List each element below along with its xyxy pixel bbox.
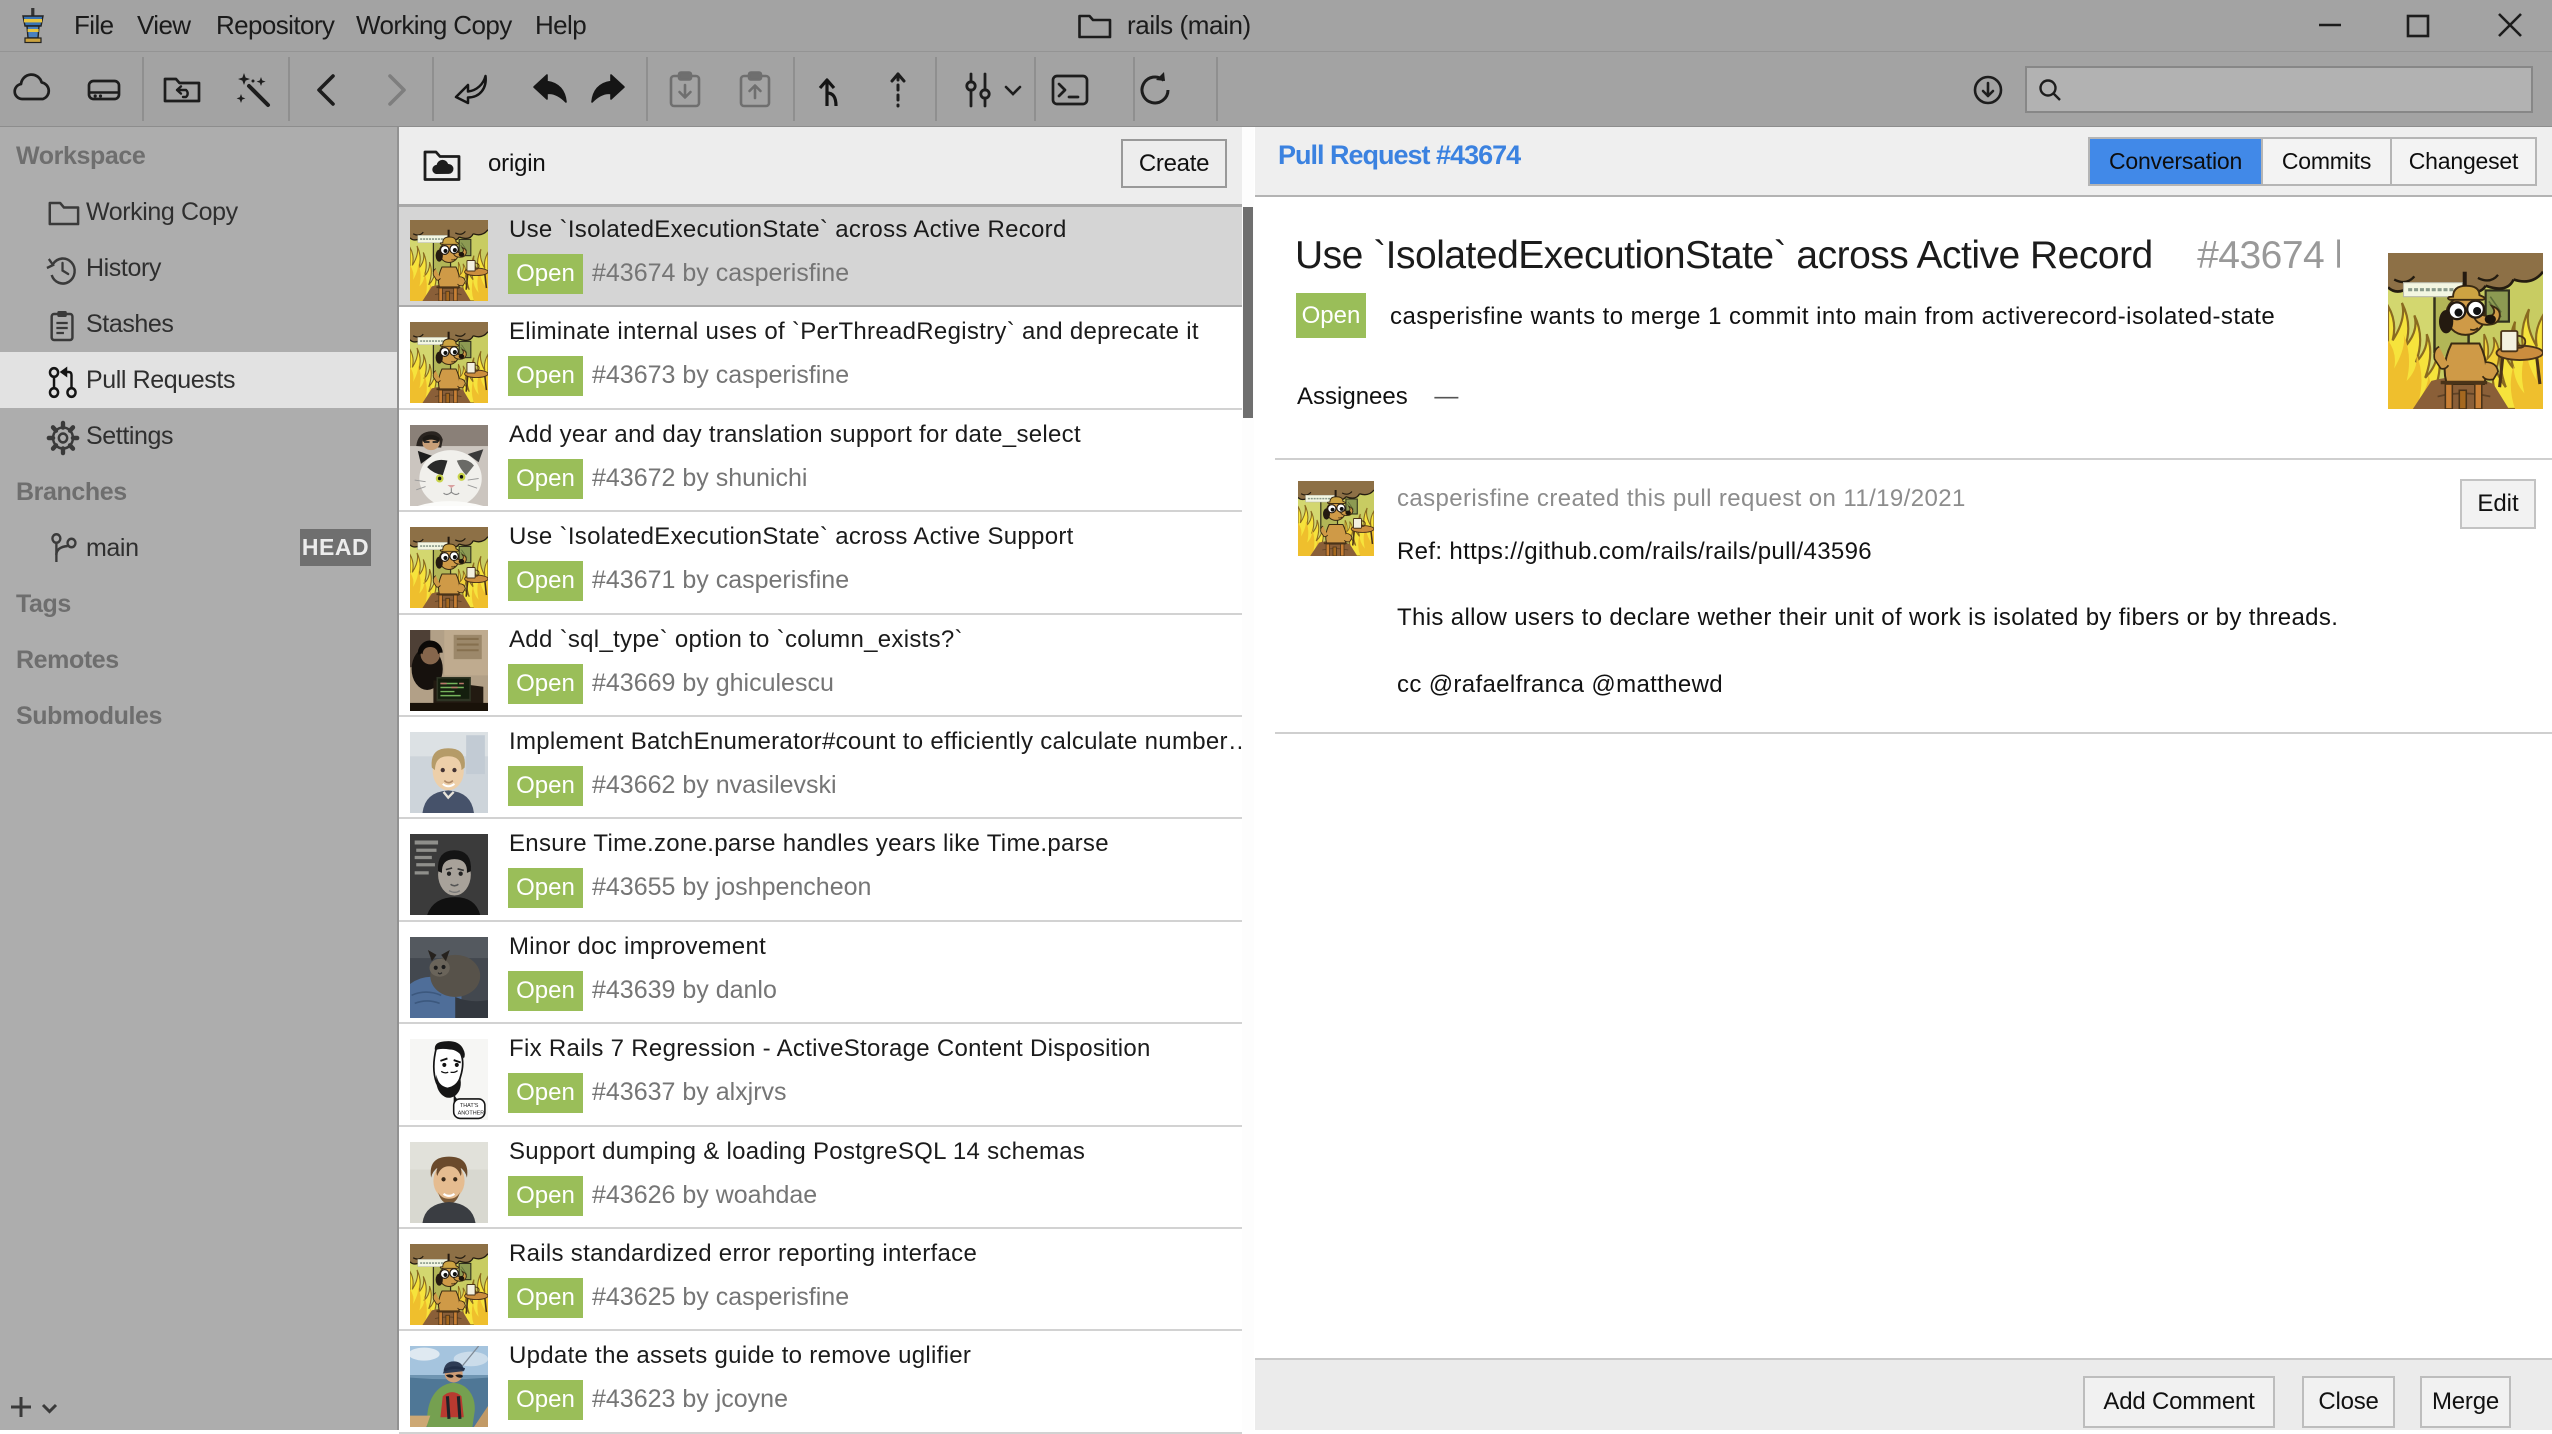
svg-text:THAT'S: THAT'S (460, 1103, 479, 1109)
svg-text:ANOTHER: ANOTHER (458, 1110, 485, 1116)
